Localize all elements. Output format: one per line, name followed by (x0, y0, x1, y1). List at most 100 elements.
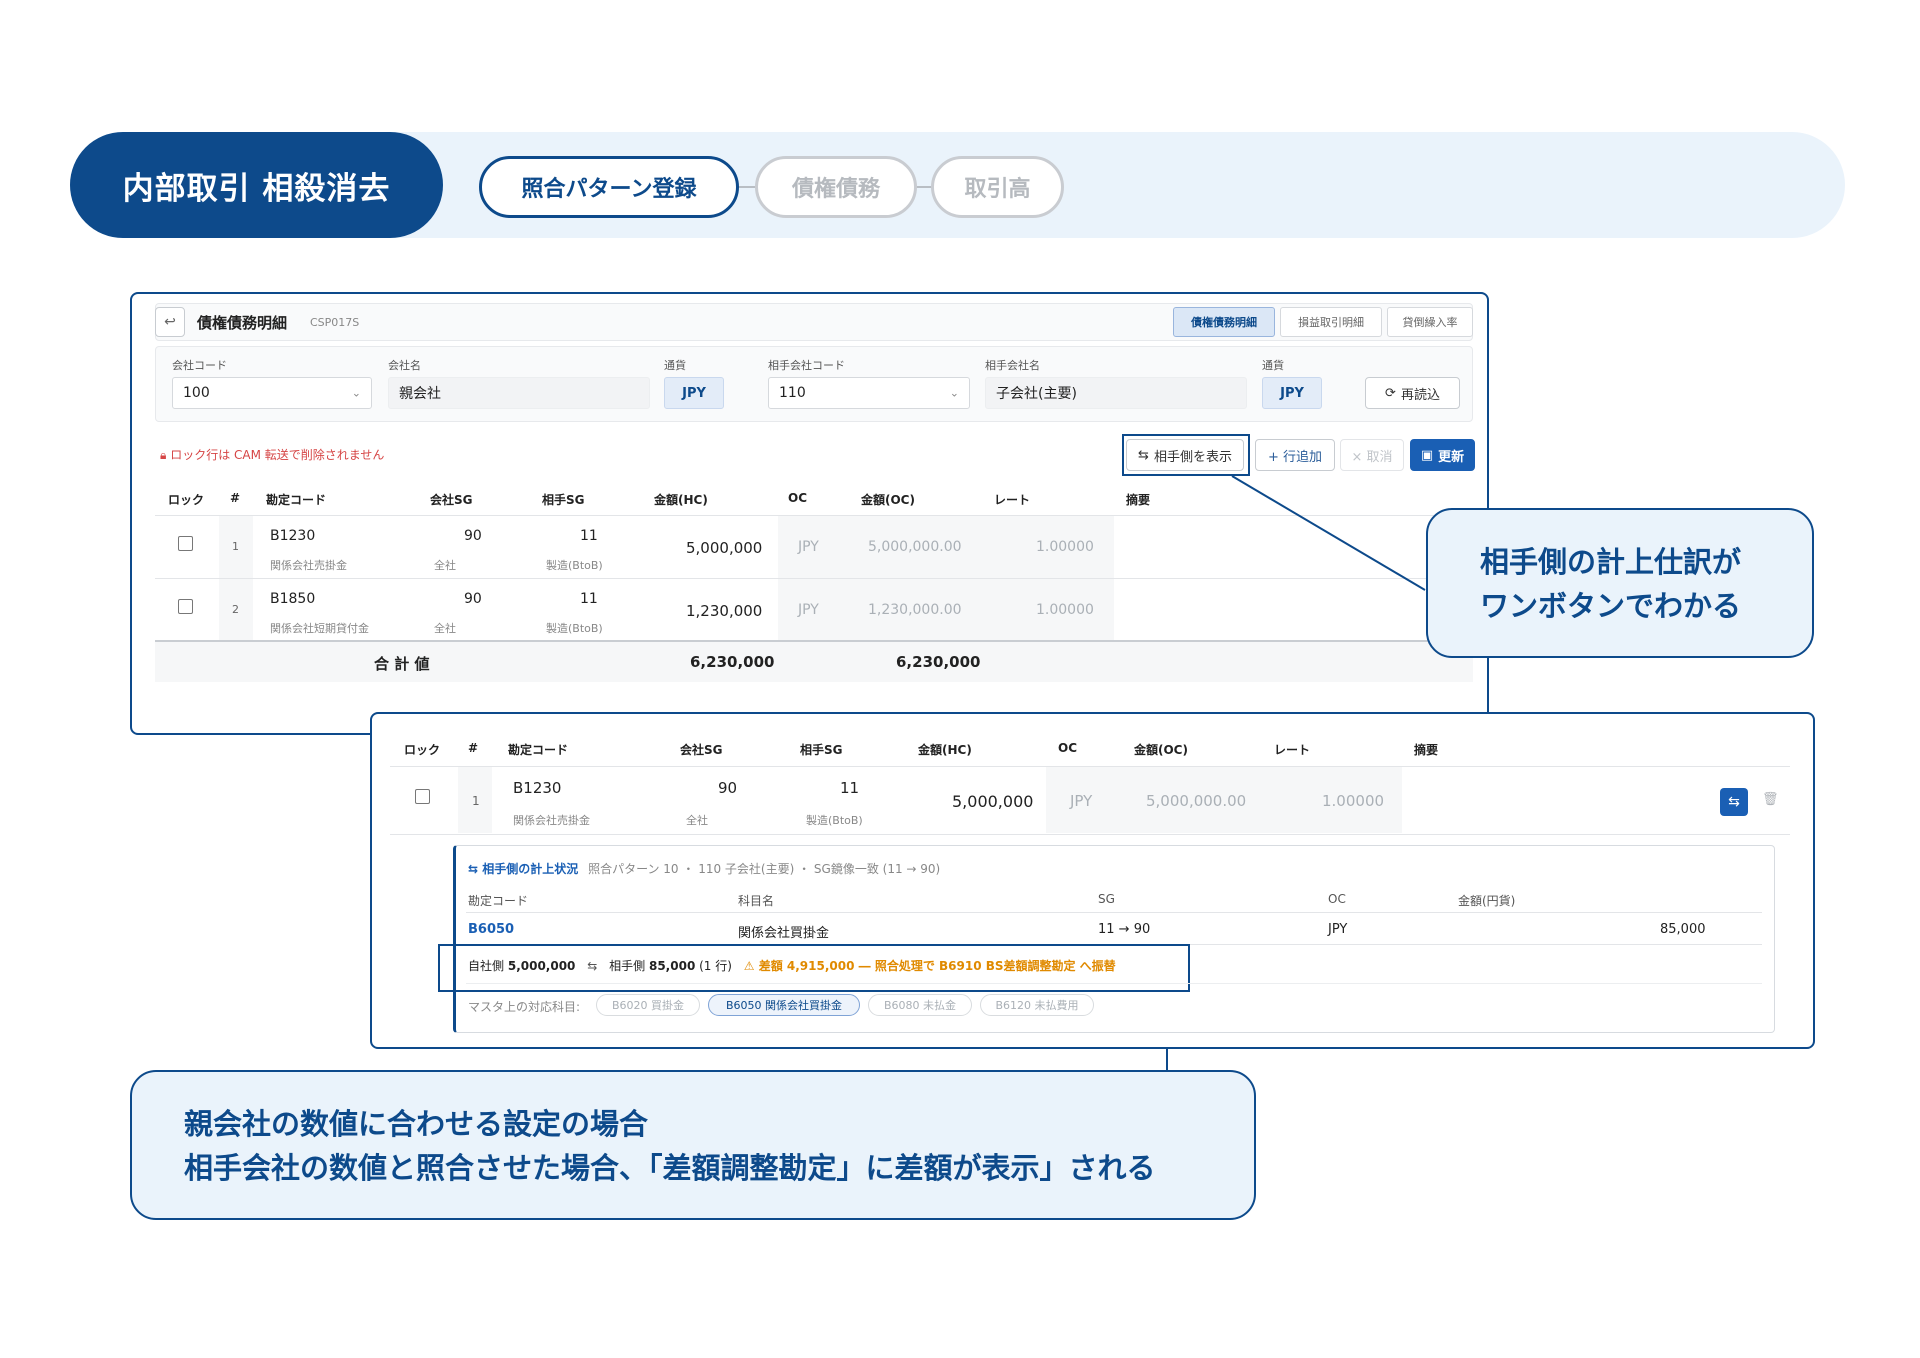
master-chip[interactable]: B6080 未払金 (868, 994, 972, 1016)
tab-bad-debt-rate[interactable]: 貸倒繰入率 (1387, 307, 1473, 337)
sub-row-amount: 85,000 (1660, 922, 1706, 937)
col-lock: ロック (404, 743, 441, 757)
account-name: 関係会社売掛金 (513, 814, 590, 827)
col-rate: レート (1274, 743, 1311, 757)
lock-checkbox[interactable] (178, 536, 193, 551)
currency-badge: JPY (664, 377, 724, 409)
total-hc: 6,230,000 (690, 653, 775, 671)
account-code: B1230 (270, 528, 316, 544)
screen-title: 債権債務明細 (197, 314, 288, 332)
sub-row-code[interactable]: B6050 (468, 922, 514, 937)
row-number: 1 (232, 540, 239, 553)
partner-name-value: 子会社(主要) (996, 386, 1077, 402)
total-oc: 6,230,000 (896, 653, 981, 671)
screen-code: CSP017S (310, 316, 360, 329)
callout-partner-journal: 相手側の計上仕訳が ワンボタンでわかる (1426, 508, 1814, 658)
divider (466, 912, 1762, 913)
currency2-label: 通貨 (1262, 359, 1284, 372)
company-sg-name: 全社 (434, 559, 456, 572)
col-no: # (468, 741, 479, 755)
show-partner-icon-button[interactable]: ⇆ (1720, 788, 1748, 816)
oc-value: JPY (798, 539, 819, 555)
chevron-down-icon: ⌄ (949, 386, 959, 400)
partner-sg: 11 (580, 591, 598, 607)
oc-value: JPY (1070, 792, 1093, 810)
company-sg-name: 全社 (434, 622, 456, 635)
partner-sg: 11 (580, 528, 598, 544)
sub-col-oc: OC (1328, 892, 1346, 906)
company-code-select[interactable]: 100 ⌄ (172, 377, 372, 409)
partner-code-value: 110 (779, 385, 806, 401)
step-receivables-payables[interactable]: 債権債務 (755, 156, 917, 218)
master-label: マスタ上の対応科目: (468, 1000, 581, 1014)
sub-row-name: 関係会社買掛金 (738, 926, 830, 941)
amount-hc: 1,230,000 (686, 602, 763, 620)
col-summary: 摘要 (1126, 493, 1151, 507)
company-sg: 90 (464, 591, 482, 607)
amount-hc: 5,000,000 (952, 792, 1034, 811)
lock-checkbox[interactable] (178, 599, 193, 614)
col-account-code: 勘定コード (266, 493, 327, 507)
company-code-value: 100 (183, 385, 210, 401)
company-name-value: 親会社 (399, 386, 441, 402)
rate: 1.00000 (1036, 539, 1094, 555)
partner-name-label: 相手会社名 (985, 359, 1040, 372)
save-icon: ▣ (1420, 447, 1434, 463)
callout-difference-adjustment: 親会社の数値に合わせる設定の場合 相手会社の数値と照合させた場合、「差額調整勘定… (130, 1070, 1256, 1220)
divider (390, 834, 1790, 835)
callout-line: 相手会社の数値と照合させた場合、「差額調整勘定」に差額が表示」される (184, 1151, 1156, 1185)
company-sg: 90 (718, 779, 738, 797)
col-company-sg: 会社SG (680, 743, 723, 757)
sub-row-sg: 11 → 90 (1098, 922, 1151, 937)
chevron-down-icon: ⌄ (351, 386, 361, 400)
partner-sg-name: 製造(BtoB) (546, 559, 603, 572)
step-pattern-registration[interactable]: 照合パターン登録 (479, 156, 739, 218)
reload-button[interactable]: ⟳ 再読込 (1365, 377, 1460, 409)
lock-icon: 🔒︎ (160, 448, 171, 462)
back-button[interactable]: ↩ (155, 307, 185, 337)
partner-sg-name: 製造(BtoB) (806, 814, 863, 827)
company-name-label: 会社名 (388, 359, 421, 372)
partner-code-select[interactable]: 110 ⌄ (768, 377, 970, 409)
amount-oc: 5,000,000.00 (1146, 792, 1247, 810)
master-chip[interactable]: B6020 買掛金 (596, 994, 700, 1016)
rate: 1.00000 (1322, 792, 1385, 810)
partner-status-title: 相手側の計上状況 (482, 862, 579, 876)
master-chip[interactable]: B6120 未払費用 (980, 994, 1094, 1016)
page-title: 内部取引 相殺消去 (70, 132, 443, 238)
tab-pl-detail[interactable]: 損益取引明細 (1280, 307, 1382, 337)
amount-hc: 5,000,000 (686, 539, 763, 557)
swap-icon: ⇆ (468, 862, 483, 876)
add-row-button[interactable]: + 行追加 (1255, 439, 1335, 471)
total-row (155, 642, 1473, 682)
col-account-code: 勘定コード (508, 743, 569, 757)
lock-checkbox[interactable] (415, 789, 430, 804)
amount-oc: 1,230,000.00 (868, 602, 962, 618)
company-sg-name: 全社 (686, 814, 708, 827)
back-arrow-icon: ↩ (164, 314, 176, 330)
col-partner-sg: 相手SG (800, 743, 843, 757)
amount-oc: 5,000,000.00 (868, 539, 962, 555)
sub-col-name: 科目名 (738, 894, 775, 908)
tab-receivables-detail[interactable]: 債権債務明細 (1173, 307, 1275, 337)
trash-icon[interactable]: 🗑︎ (1762, 792, 1779, 807)
col-amount-hc: 金額(HC) (654, 493, 708, 507)
cancel-button[interactable]: × 取消 (1340, 439, 1404, 471)
oc-value: JPY (798, 602, 819, 618)
currency-label: 通貨 (664, 359, 686, 372)
sub-row-oc: JPY (1328, 922, 1348, 937)
divider (466, 983, 1762, 984)
col-amount-hc: 金額(HC) (918, 743, 972, 757)
update-button[interactable]: ▣ 更新 (1410, 439, 1475, 471)
partner-status-meta: 照合パターン 10 ・ 110 子会社(主要) ・ SG鏡像一致 (11 → 9… (588, 862, 941, 876)
sub-col-sg: SG (1098, 892, 1115, 906)
refresh-icon: ⟳ (1385, 385, 1396, 401)
master-chip-selected[interactable]: B6050 関係会社買掛金 (708, 994, 860, 1016)
account-name: 関係会社売掛金 (270, 559, 347, 572)
step-transaction-volume[interactable]: 取引高 (931, 156, 1064, 218)
col-company-sg: 会社SG (430, 493, 473, 507)
partner-sg: 11 (840, 779, 860, 797)
lock-warning: 🔒︎ ロック行は CAM 転送で削除されません (160, 446, 384, 463)
callout-line: 相手側の計上仕訳が (1480, 545, 1742, 579)
account-code: B1230 (513, 779, 562, 797)
